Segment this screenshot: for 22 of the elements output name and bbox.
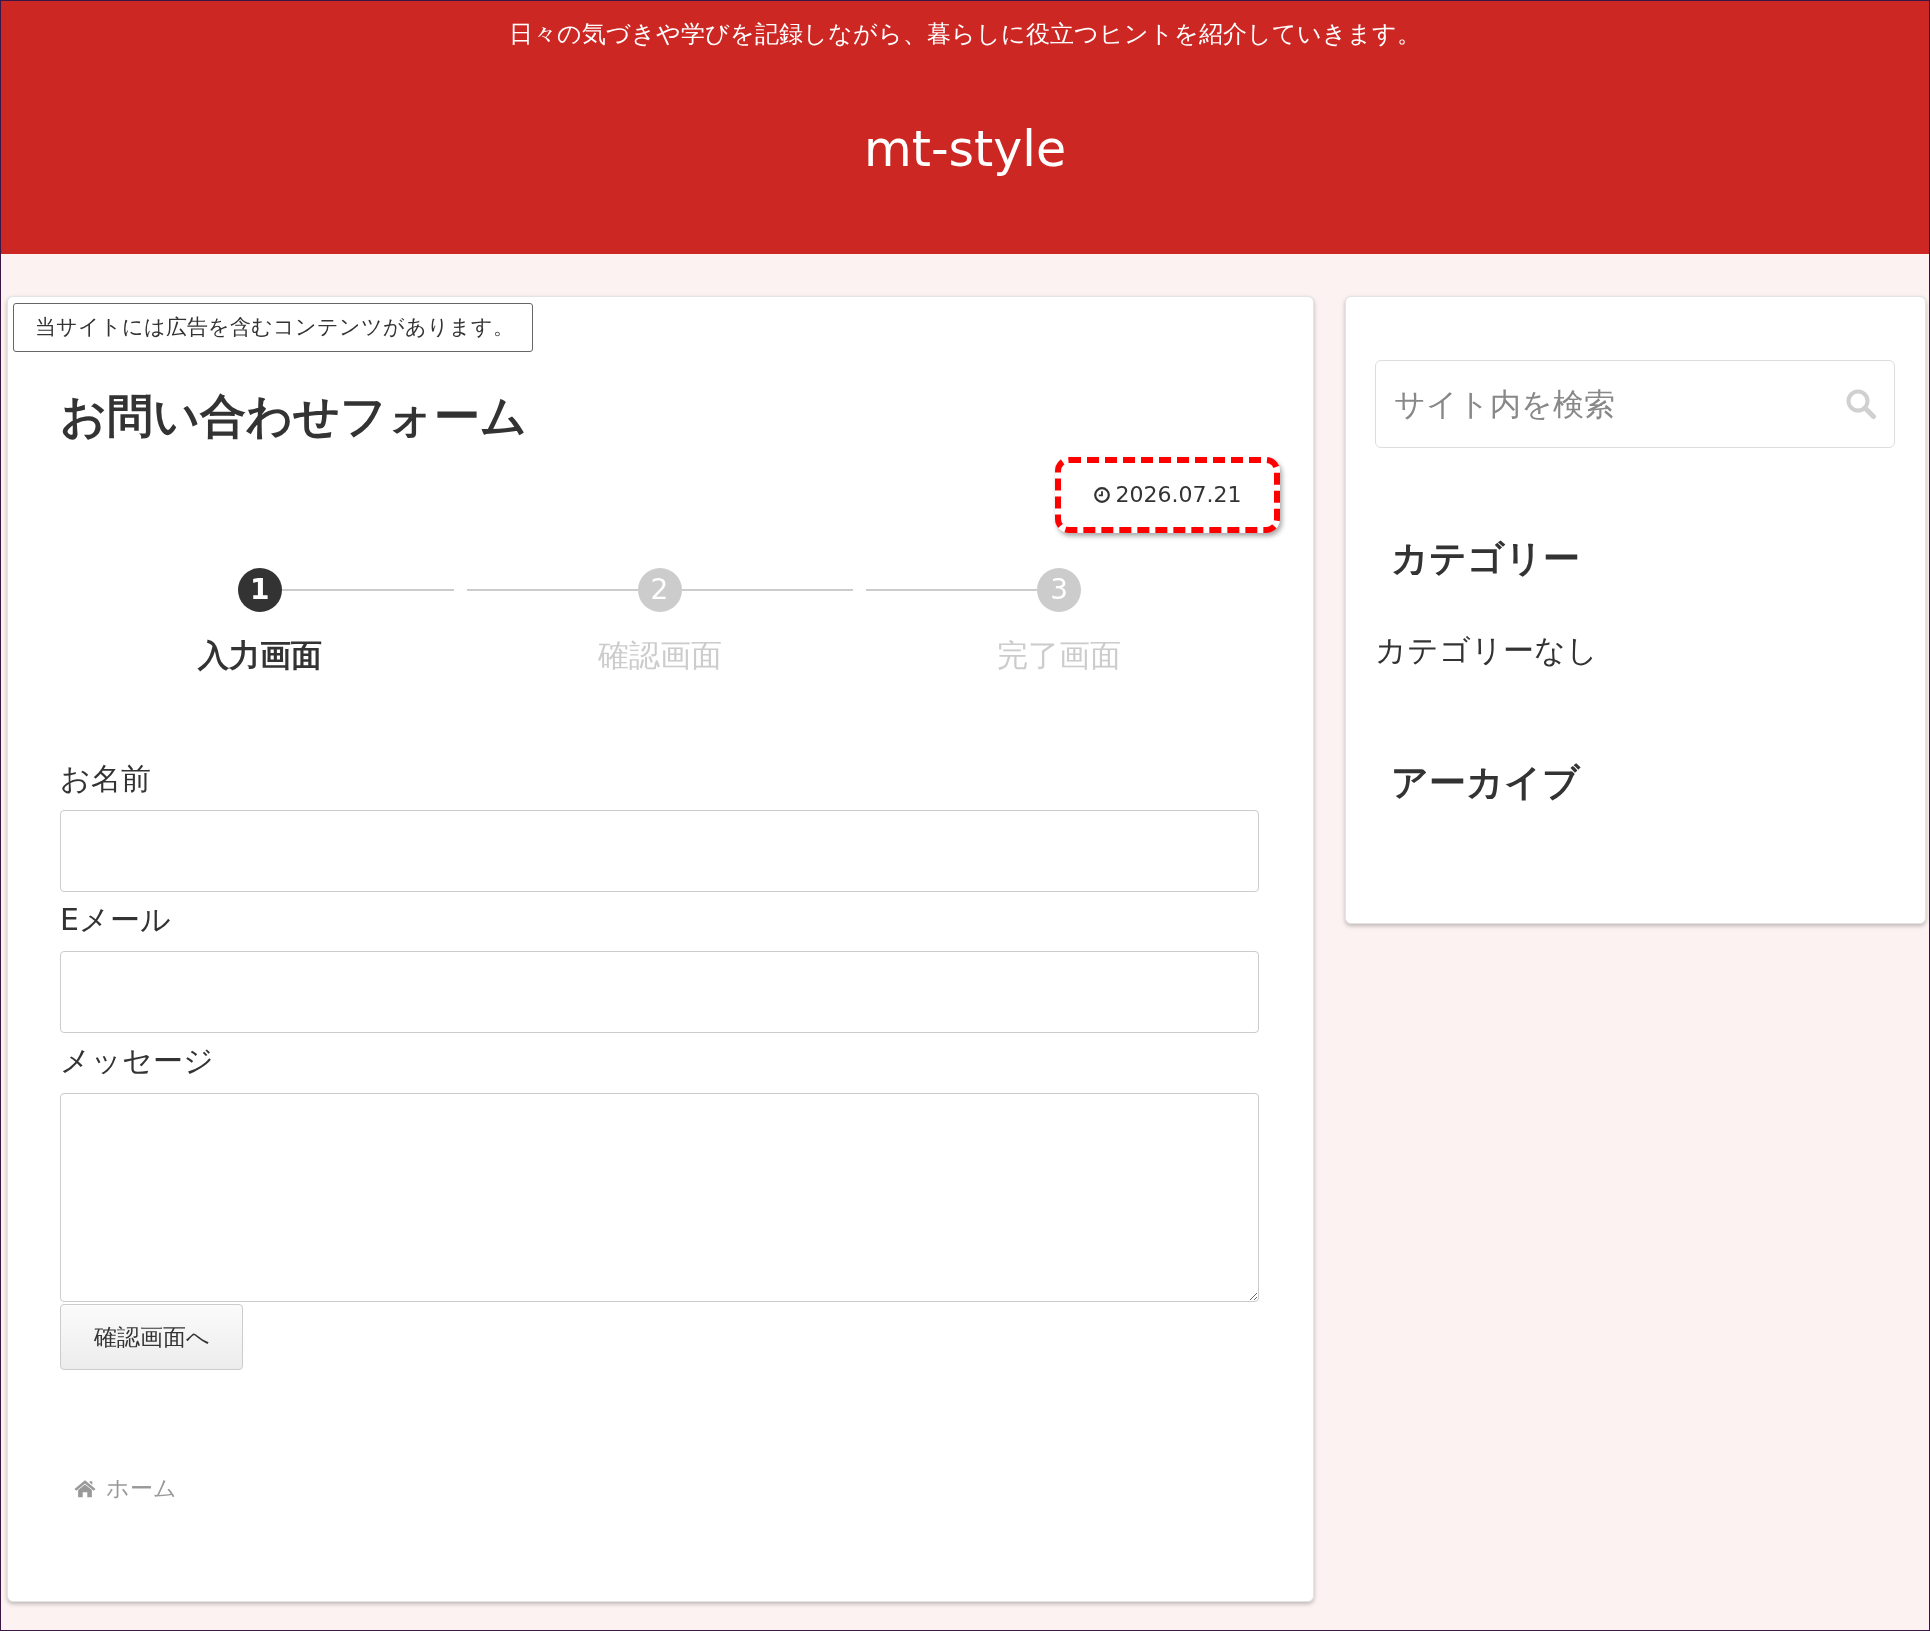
widget-title: カテゴリー	[1391, 536, 1580, 582]
input-field[interactable]	[60, 810, 1259, 892]
post-date: 2026.07.21	[1115, 481, 1242, 509]
ad-notice: 当サイトには広告を含むコンテンツがあります。	[13, 303, 533, 352]
input-field[interactable]	[60, 951, 1259, 1033]
widget-title: アーカイブ	[1391, 760, 1580, 806]
clock-icon	[1093, 487, 1110, 503]
widget-text: カテゴリーなし	[1375, 631, 1598, 670]
site-tagline: 日々の気づきや学びを記録しながら、暮らしに役立つヒントを紹介していきます。	[509, 20, 1421, 48]
field-label: お名前	[60, 760, 151, 798]
field-label: メッセージ	[60, 1042, 214, 1080]
search-icon[interactable]	[1845, 388, 1877, 420]
search-field[interactable]: サイト内を検索	[1375, 360, 1895, 448]
confirm-button[interactable]: 確認画面へ	[60, 1304, 243, 1370]
site-title-link[interactable]: mt-style	[863, 120, 1067, 180]
home-icon	[74, 1478, 96, 1498]
step-indicator: 1	[237, 568, 282, 612]
textarea-field[interactable]	[60, 1093, 1259, 1302]
breadcrumb-link[interactable]: ホーム	[106, 1472, 177, 1504]
field-label: Eメール	[60, 901, 171, 939]
page-title: お問い合わせフォーム	[60, 388, 527, 445]
step-label: 入力画面	[197, 636, 322, 675]
